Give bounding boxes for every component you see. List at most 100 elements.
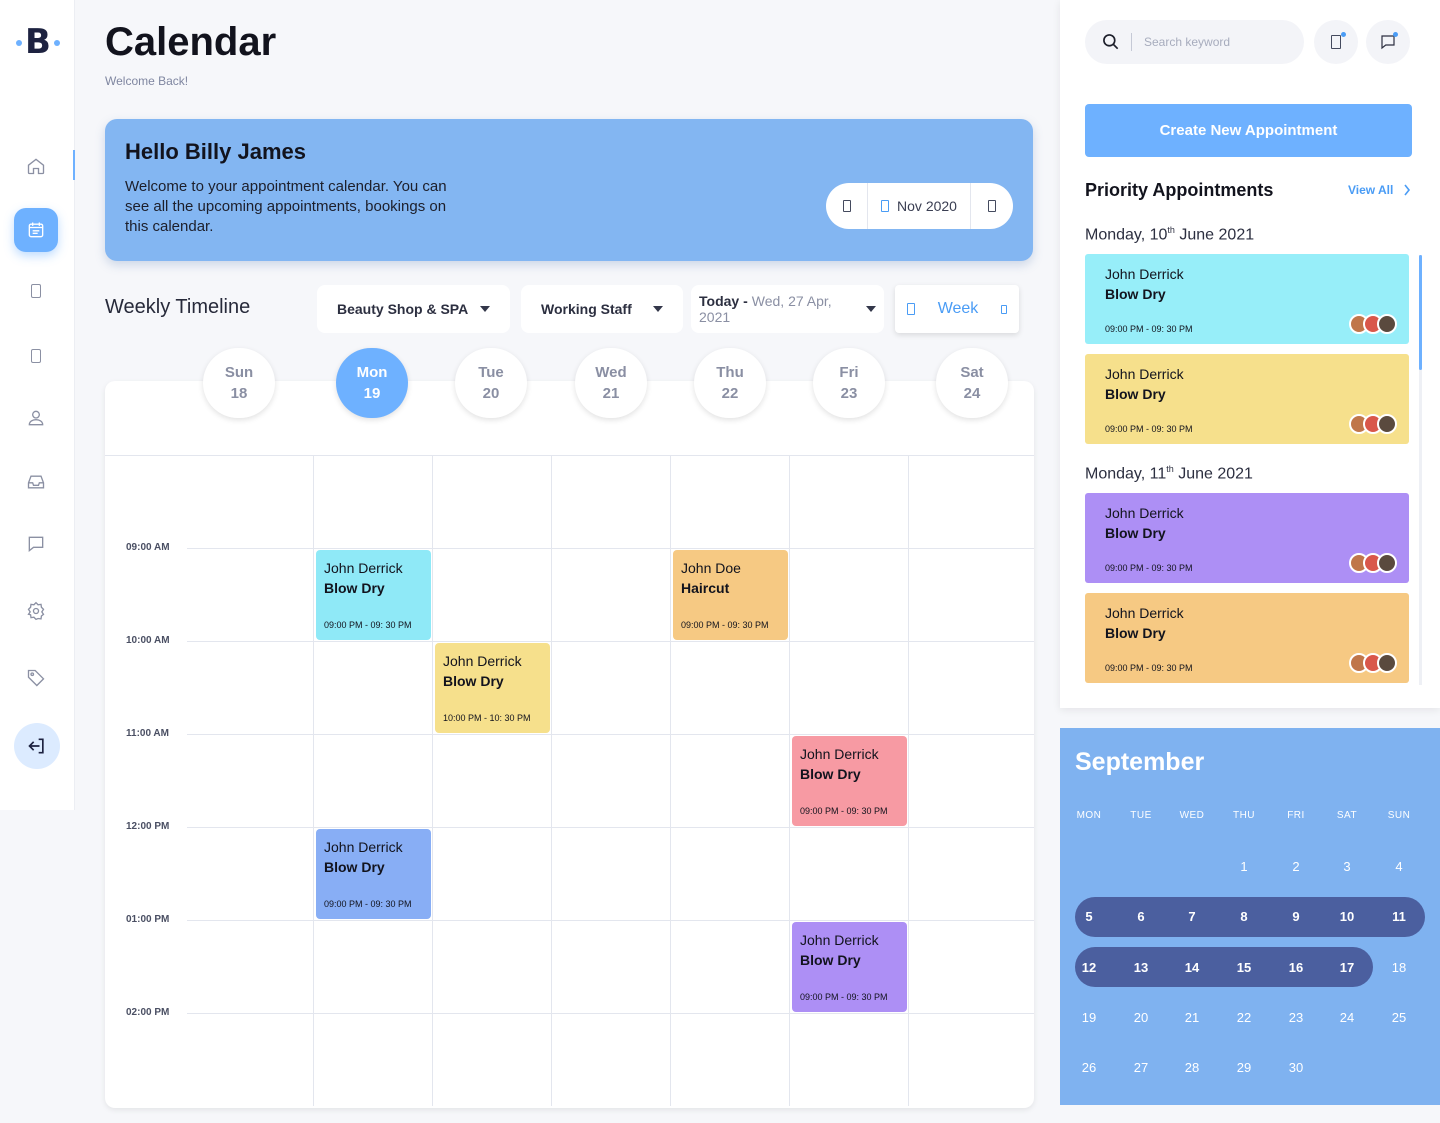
chevron-right-icon[interactable] (1403, 184, 1411, 196)
mini-calendar-day[interactable]: 21 (1172, 1010, 1212, 1025)
mini-calendar-day[interactable]: 11 (1379, 909, 1419, 924)
mini-calendar-day[interactable]: 8 (1224, 909, 1264, 924)
mini-calendar-day[interactable]: 18 (1379, 960, 1419, 975)
sidebar-item-settings[interactable] (14, 589, 58, 633)
mini-calendar-day[interactable]: 5 (1069, 909, 1109, 924)
next-month-button[interactable] (971, 183, 1013, 229)
mini-calendar-day[interactable]: 22 (1224, 1010, 1264, 1025)
mini-calendar-day[interactable]: 4 (1379, 859, 1419, 874)
prev-month-button[interactable] (826, 183, 868, 229)
create-appointment-button[interactable]: Create New Appointment (1085, 104, 1412, 157)
logo[interactable]: B (16, 22, 60, 62)
mini-calendar-day[interactable]: 7 (1172, 909, 1212, 924)
mini-calendar-day[interactable]: 10 (1327, 909, 1367, 924)
event-card[interactable]: John Doe Haircut 09:00 PM - 09: 30 PM (673, 550, 788, 640)
mini-calendar-day[interactable]: 17 (1327, 960, 1367, 975)
weekday-label: FRI (1287, 810, 1305, 821)
time-label: 12:00 PM (126, 821, 170, 832)
card-service: Blow Dry (1105, 525, 1166, 541)
sidebar-item-3[interactable] (14, 269, 58, 313)
mini-calendar-day[interactable]: 2 (1276, 859, 1316, 874)
notifications-button[interactable] (1314, 20, 1358, 64)
priority-scrollbar-thumb[interactable] (1419, 255, 1422, 370)
mini-calendar-day[interactable]: 24 (1327, 1010, 1367, 1025)
sidebar-item-inbox[interactable] (14, 460, 58, 504)
inbox-icon (27, 475, 45, 489)
notification-dot (1393, 32, 1398, 37)
mini-calendar-day[interactable]: 1 (1224, 859, 1264, 874)
staff-select[interactable]: Working Staff (521, 285, 683, 333)
mini-calendar-day[interactable]: 23 (1276, 1010, 1316, 1025)
next-view-icon[interactable] (1000, 304, 1007, 314)
event-card[interactable]: John Derrick Blow Dry 10:00 PM - 10: 30 … (435, 643, 550, 733)
day-header-mon[interactable]: Mon 19 (336, 348, 408, 418)
right-panel: Create New Appointment Priority Appointm… (1060, 0, 1440, 708)
mini-calendar-day[interactable]: 14 (1172, 960, 1212, 975)
view-switcher[interactable]: Week (895, 285, 1019, 333)
mini-calendar-day[interactable]: 27 (1121, 1060, 1161, 1075)
grid-column-line (789, 456, 790, 1106)
mini-calendar-day[interactable]: 15 (1224, 960, 1264, 975)
date-select-prefix: Today - (699, 293, 748, 309)
prev-view-icon[interactable] (907, 303, 915, 315)
event-service: Blow Dry (443, 673, 504, 689)
search-input[interactable] (1144, 35, 1284, 49)
priority-card[interactable]: John Derrick Blow Dry 09:00 PM - 09: 30 … (1085, 354, 1409, 444)
grid-line (187, 548, 1034, 549)
day-name: Fri (839, 364, 859, 381)
event-card[interactable]: John Derrick Blow Dry 09:00 PM - 09: 30 … (316, 829, 431, 919)
day-header-thu[interactable]: Thu 22 (694, 348, 766, 418)
day-header-wed[interactable]: Wed 21 (575, 348, 647, 418)
day-name: Tue (478, 364, 504, 381)
time-label: 09:00 AM (126, 542, 170, 553)
priority-card[interactable]: John Derrick Blow Dry 09:00 PM - 09: 30 … (1085, 254, 1409, 344)
priority-card[interactable]: John Derrick Blow Dry 09:00 PM - 09: 30 … (1085, 493, 1409, 583)
weekday-label: THU (1232, 810, 1256, 821)
day-header-fri[interactable]: Fri 23 (813, 348, 885, 418)
messages-button[interactable] (1366, 20, 1410, 64)
sidebar-item-calendar[interactable] (14, 208, 58, 252)
logout-button[interactable] (14, 723, 60, 769)
mini-calendar-day[interactable]: 25 (1379, 1010, 1419, 1025)
mini-calendar-day[interactable]: 16 (1276, 960, 1316, 975)
month-label: Nov 2020 (897, 198, 957, 214)
mini-calendar-day[interactable]: 28 (1172, 1060, 1212, 1075)
bell-icon (1331, 35, 1341, 49)
mini-calendar-day[interactable]: 19 (1069, 1010, 1109, 1025)
sidebar-item-tags[interactable] (14, 656, 58, 700)
weekday-label: TUE (1130, 810, 1152, 821)
day-header-tue[interactable]: Tue 20 (455, 348, 527, 418)
logo-letter: B (25, 22, 51, 62)
mini-calendar-day[interactable]: 20 (1121, 1010, 1161, 1025)
mini-calendar-day[interactable]: 12 (1069, 960, 1109, 975)
date-select[interactable]: Today - Wed, 27 Apr, 2021 (691, 285, 884, 333)
sidebar-item-user[interactable] (14, 396, 58, 440)
sidebar-item-messages[interactable] (14, 522, 58, 566)
day-header-sat[interactable]: Sat 24 (936, 348, 1008, 418)
mini-calendar-day[interactable]: 6 (1121, 909, 1161, 924)
month-picker[interactable]: Nov 2020 (868, 183, 971, 229)
sidebar-item-4[interactable] (14, 334, 58, 378)
mini-calendar-day[interactable]: 13 (1121, 960, 1161, 975)
mini-calendar-day[interactable]: 9 (1276, 909, 1316, 924)
weekday-label: MON (1076, 810, 1102, 821)
day-header-sun[interactable]: Sun 18 (203, 348, 275, 418)
mini-calendar-day[interactable]: 26 (1069, 1060, 1109, 1075)
mini-calendar-day[interactable]: 29 (1224, 1060, 1264, 1075)
view-all-link[interactable]: View All (1348, 183, 1393, 197)
mini-calendar-day[interactable]: 30 (1276, 1060, 1316, 1075)
avatar (1377, 414, 1397, 434)
event-service: Blow Dry (324, 859, 385, 875)
mini-calendar-day[interactable]: 3 (1327, 859, 1367, 874)
event-client: John Derrick (443, 653, 522, 669)
priority-card[interactable]: John Derrick Blow Dry 09:00 PM - 09: 30 … (1085, 593, 1409, 683)
event-service: Blow Dry (324, 580, 385, 596)
grid-line (187, 734, 1034, 735)
event-card[interactable]: John Derrick Blow Dry 09:00 PM - 09: 30 … (316, 550, 431, 640)
event-card[interactable]: John Derrick Blow Dry 09:00 PM - 09: 30 … (792, 922, 907, 1012)
event-card[interactable]: John Derrick Blow Dry 09:00 PM - 09: 30 … (792, 736, 907, 826)
sidebar-item-home[interactable] (14, 144, 58, 188)
caret-down-icon (866, 306, 876, 312)
search-box[interactable] (1085, 20, 1304, 64)
shop-select[interactable]: Beauty Shop & SPA (317, 285, 510, 333)
